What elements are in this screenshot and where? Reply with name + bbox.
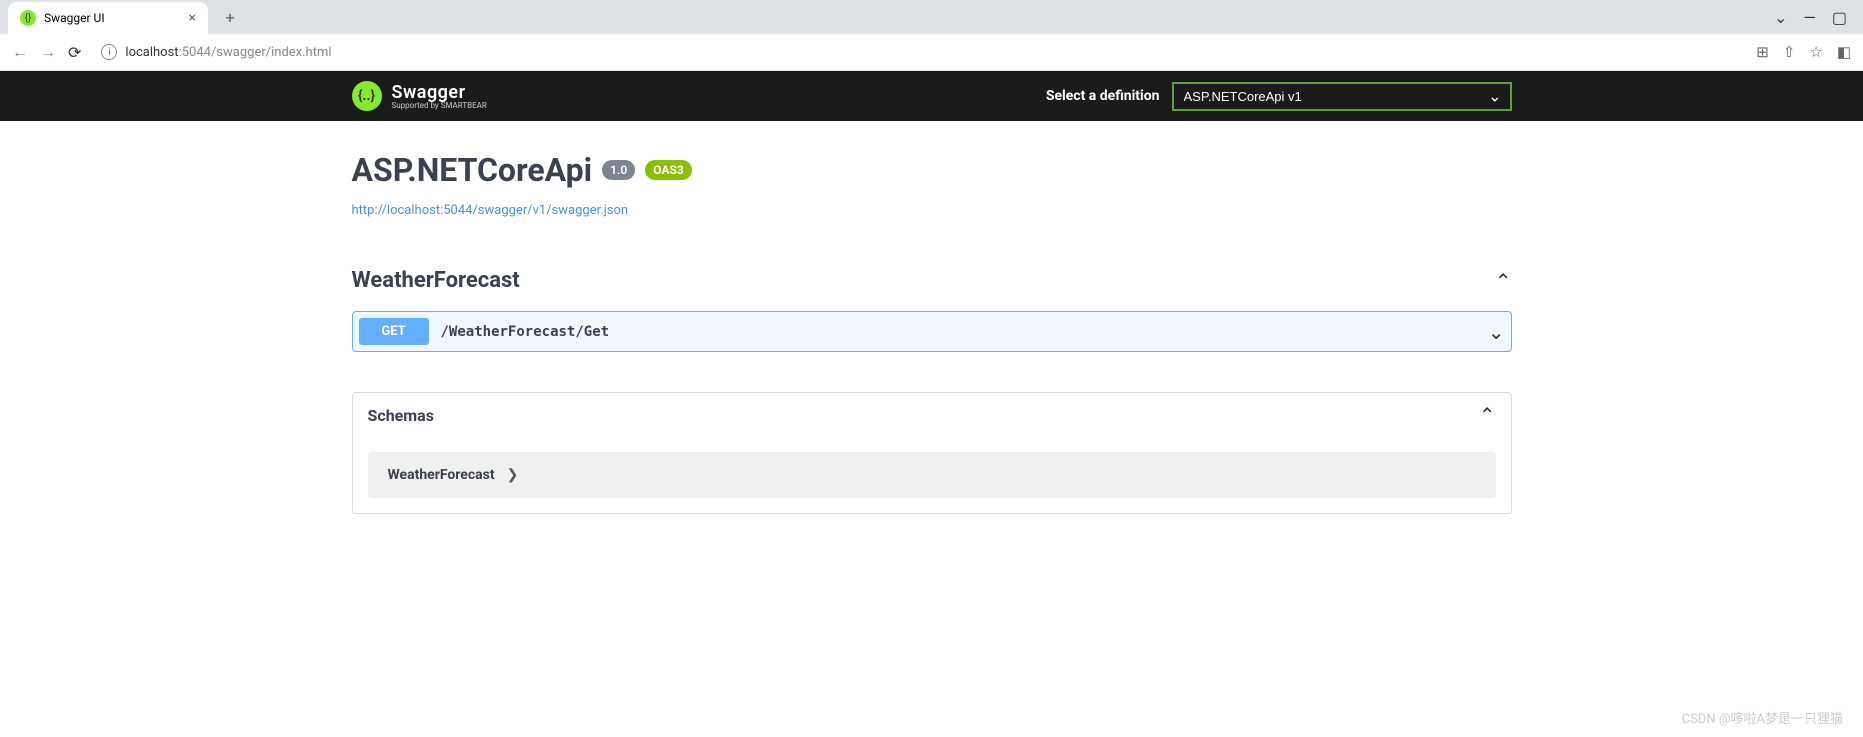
chevron-up-icon: ⌃ — [1479, 403, 1496, 427]
logo-subtitle: Supported by SMARTBEAR — [392, 101, 487, 110]
reload-button[interactable]: ⟳ — [68, 43, 81, 62]
chevron-down-icon: ⌄ — [1488, 320, 1505, 344]
watermark: CSDN @哆啦A梦是一只狸猫 — [1682, 708, 1843, 727]
url-bar[interactable]: i localhost:5044/swagger/index.html — [93, 38, 1744, 66]
browser-toolbar: ← → ⟳ i localhost:5044/swagger/index.htm… — [0, 34, 1863, 70]
schemas-section: Schemas ⌃ WeatherForecast ❯ — [352, 392, 1512, 514]
version-badge: 1.0 — [602, 160, 635, 180]
star-icon[interactable]: ☆ — [1809, 43, 1822, 61]
toolbar-icons: ⊞ ⇧ ☆ ◧ — [1756, 43, 1851, 61]
swagger-favicon-icon: {} — [20, 10, 36, 26]
tag-section: WeatherForecast ⌃ GET /WeatherForecast/G… — [352, 258, 1512, 352]
browser-tab[interactable]: {} Swagger UI × — [8, 2, 208, 34]
schema-item[interactable]: WeatherForecast ❯ — [368, 452, 1496, 498]
schemas-body: WeatherForecast ❯ — [353, 437, 1511, 513]
definition-select[interactable]: ASP.NETCoreApi v1 — [1172, 82, 1512, 111]
chevron-down-icon[interactable]: ⌄ — [1774, 8, 1787, 27]
browser-chrome: {} Swagger UI × + ⌄ — ▢ ← → ⟳ i localhos… — [0, 0, 1863, 71]
chevron-right-icon: ❯ — [507, 467, 519, 483]
definition-selector-area: Select a definition ASP.NETCoreApi v1 ⌄ — [1046, 82, 1512, 111]
back-button[interactable]: ← — [12, 42, 28, 62]
definition-label: Select a definition — [1046, 88, 1160, 104]
oas-badge: OAS3 — [645, 160, 692, 180]
schemas-title: Schemas — [368, 406, 434, 425]
logo-text: Swagger — [392, 82, 466, 103]
translate-icon[interactable]: ⊞ — [1756, 43, 1769, 61]
tag-name: WeatherForecast — [352, 268, 520, 293]
minimize-icon[interactable]: — — [1803, 8, 1816, 27]
schemas-header[interactable]: Schemas ⌃ — [353, 393, 1511, 437]
spec-link[interactable]: http://localhost:5044/swagger/v1/swagger… — [352, 203, 629, 218]
operation-row[interactable]: GET /WeatherForecast/Get ⌄ — [352, 311, 1512, 352]
api-title: ASP.NETCoreApi — [352, 151, 593, 189]
url-text: localhost:5044/swagger/index.html — [125, 45, 331, 60]
chevron-up-icon: ⌃ — [1495, 269, 1512, 293]
share-icon[interactable]: ⇧ — [1783, 43, 1796, 61]
method-badge: GET — [359, 318, 429, 345]
swagger-logo[interactable]: {..} Swagger Supported by SMARTBEAR — [352, 81, 487, 111]
url-host: localhost — [125, 45, 178, 60]
operation-path: /WeatherForecast/Get — [441, 324, 1488, 340]
close-icon[interactable]: × — [189, 10, 196, 26]
schema-name: WeatherForecast — [388, 467, 495, 483]
forward-button[interactable]: → — [40, 42, 56, 62]
info-icon[interactable]: i — [101, 44, 117, 60]
sidepanel-icon[interactable]: ◧ — [1837, 43, 1851, 61]
main-content: ASP.NETCoreApi 1.0 OAS3 http://localhost… — [332, 121, 1532, 544]
tab-title: Swagger UI — [44, 11, 181, 25]
swagger-topbar: {..} Swagger Supported by SMARTBEAR Sele… — [0, 71, 1863, 121]
window-controls: ⌄ — ▢ — [1774, 8, 1863, 27]
maximize-icon[interactable]: ▢ — [1832, 8, 1847, 27]
new-tab-button[interactable]: + — [216, 3, 244, 31]
url-path: /swagger/index.html — [211, 45, 332, 60]
tag-header[interactable]: WeatherForecast ⌃ — [352, 258, 1512, 303]
swagger-logo-icon: {..} — [352, 81, 382, 111]
api-header: ASP.NETCoreApi 1.0 OAS3 http://localhost… — [352, 151, 1512, 218]
tab-bar: {} Swagger UI × + ⌄ — ▢ — [0, 0, 1863, 34]
url-port: :5044 — [179, 45, 211, 60]
